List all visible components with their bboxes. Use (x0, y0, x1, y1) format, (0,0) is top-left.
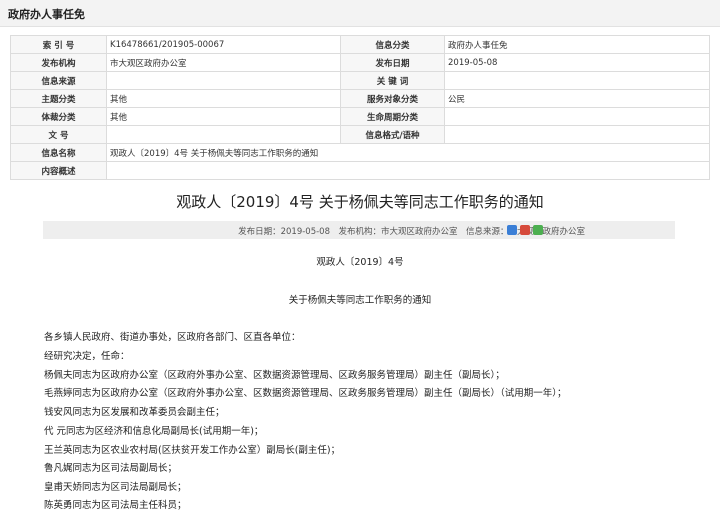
meta-label: 信息名称 (10, 143, 107, 162)
paragraph: 皇甫天娇同志为区司法局副局长； (44, 482, 187, 493)
paragraph: 鲁凡娓同志为区司法局副局长； (44, 463, 178, 474)
meta-value (444, 71, 710, 90)
paragraph: 代 元同志为区经济和信息化局副局长(试用期一年)； (44, 426, 264, 437)
meta-label: 发布日期 (340, 53, 445, 72)
meta-value: 观政人〔2019〕4号 关于杨佩夫等同志工作职务的通知 (106, 143, 710, 162)
meta-label: 发布机构 (10, 53, 107, 72)
meta-value (444, 125, 710, 144)
paragraph: 王兰英同志为区农业农村局(区扶贫开发工作办公室）副局长(副主任)； (44, 445, 341, 456)
meta-label: 主题分类 (10, 89, 107, 108)
meta-value: 政府办人事任免 (444, 35, 710, 54)
meta-value (106, 71, 341, 90)
meta-value (444, 107, 710, 126)
meta-label: 文 号 (10, 125, 107, 144)
meta-label: 服务对象分类 (340, 89, 445, 108)
doc-title: 关于杨佩夫等同志工作职务的通知 (288, 295, 432, 306)
article-info-bar: 发布日期：2019-05-08 发布机构：市大观区政府办公室 信息来源：市大观区… (43, 221, 675, 239)
meta-value: 其他 (106, 89, 341, 108)
paragraph: 经研究决定，任命： (44, 351, 130, 362)
meta-value: 2019-05-08 (444, 53, 710, 72)
meta-label: 体裁分类 (10, 107, 107, 126)
table-row: 文 号 信息格式/语种 (10, 125, 710, 144)
meta-label: 内容概述 (10, 161, 107, 180)
share-icon-c[interactable] (533, 225, 543, 235)
doc-number: 观政人〔2019〕4号 (316, 257, 404, 268)
table-row: 信息名称 观政人〔2019〕4号 关于杨佩夫等同志工作职务的通知 (10, 143, 710, 162)
paragraph: 杨佩夫同志为区政府办公室（区政府外事办公室、区数据资源管理局、区政务服务管理局）… (44, 370, 505, 381)
meta-value: K16478661/201905-00067 (106, 35, 341, 54)
meta-value (106, 161, 710, 180)
meta-label: 生命周期分类 (340, 107, 445, 126)
meta-label: 关 键 词 (340, 71, 445, 90)
paragraph: 各乡镇人民政府、街道办事处，区政府各部门、区直各单位： (44, 332, 301, 343)
table-row: 发布机构 市大观区政府办公室 发布日期 2019-05-08 (10, 53, 710, 72)
table-row: 信息来源 关 键 词 (10, 71, 710, 90)
section-title: 政府办人事任免 (8, 8, 85, 21)
share-icon-b[interactable] (520, 225, 530, 235)
header-bar: 政府办人事任免 (0, 0, 720, 27)
table-row: 主题分类 其他 服务对象分类 公民 (10, 89, 710, 108)
table-row: 体裁分类 其他 生命周期分类 (10, 107, 710, 126)
paragraph: 毛燕婷同志为区政府办公室（区政府外事办公室、区数据资源管理局、区政务服务管理局）… (44, 388, 567, 399)
table-row: 内容概述 (10, 161, 710, 180)
meta-value: 公民 (444, 89, 710, 108)
paragraph: 陈英勇同志为区司法局主任科员； (44, 500, 187, 511)
meta-value: 其他 (106, 107, 341, 126)
info-table: 索 引 号 K16478661/201905-00067 信息分类 政府办人事任… (10, 35, 710, 180)
share-icon-a[interactable] (507, 225, 517, 235)
meta-label: 索 引 号 (10, 35, 107, 54)
meta-label: 信息分类 (340, 35, 445, 54)
table-row: 索 引 号 K16478661/201905-00067 信息分类 政府办人事任… (10, 35, 710, 54)
paragraph: 钱安风同志为区发展和改革委员会副主任； (44, 407, 225, 418)
meta-label: 信息格式/语种 (340, 125, 445, 144)
meta-label: 信息来源 (10, 71, 107, 90)
article-title: 观政人〔2019〕4号 关于杨佩夫等同志工作职务的通知 (176, 193, 544, 211)
meta-value (106, 125, 341, 144)
meta-value: 市大观区政府办公室 (106, 53, 341, 72)
